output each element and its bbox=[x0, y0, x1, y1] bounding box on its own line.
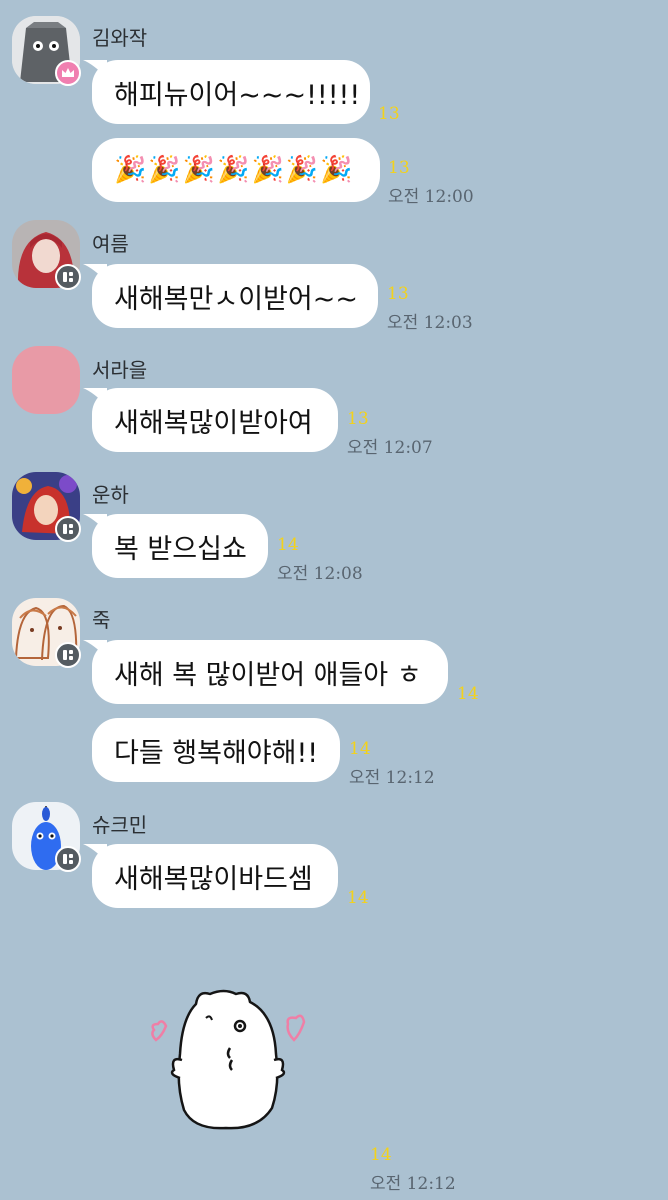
timestamp: 오전 12:12 bbox=[349, 768, 435, 788]
unread-count: 13 bbox=[388, 158, 410, 178]
unread-count: 13 bbox=[347, 409, 369, 429]
unread-count: 14 bbox=[457, 684, 479, 704]
message-text: 새해 복 많이받어 애들아 ㅎ bbox=[114, 659, 422, 691]
hamster-sticker[interactable] bbox=[140, 984, 320, 1134]
message-text: 다들 행복해야해!! bbox=[114, 737, 319, 769]
unread-count: 14 bbox=[370, 1145, 392, 1165]
timestamp: 오전 12:07 bbox=[347, 438, 433, 458]
message-bubble[interactable]: 새해복많이바드셈 bbox=[83, 844, 338, 908]
bubble-tail bbox=[83, 388, 107, 406]
message-text: 새해복만ㅅ이받어~~ bbox=[114, 283, 358, 315]
message-text: 새해복많이받아여 bbox=[114, 407, 313, 439]
bubble-tail bbox=[83, 60, 107, 78]
message-text: 새해복많이바드셈 bbox=[114, 863, 313, 895]
bubble-tail bbox=[83, 640, 107, 658]
sender-name: 죽 bbox=[92, 608, 111, 632]
timestamp: 오전 12:12 bbox=[370, 1174, 456, 1194]
message-bubble[interactable]: 복 받으십쇼 bbox=[83, 514, 268, 578]
unread-count: 14 bbox=[277, 535, 299, 555]
message-text: 복 받으십쇼 bbox=[114, 533, 247, 565]
bubble-tail bbox=[83, 264, 107, 282]
app-badge-icon bbox=[55, 516, 81, 542]
message-bubble[interactable]: 해피뉴이어~~~!!!!! bbox=[83, 60, 370, 124]
sender-name: 여름 bbox=[92, 232, 129, 256]
unread-count: 13 bbox=[387, 284, 409, 304]
timestamp: 오전 12:03 bbox=[387, 313, 473, 333]
message-bubble[interactable]: 새해복많이받아여 bbox=[83, 388, 338, 452]
unread-count: 14 bbox=[349, 739, 371, 759]
timestamp: 오전 12:00 bbox=[388, 187, 474, 207]
message-text: 해피뉴이어~~~!!!!! bbox=[114, 79, 361, 111]
unread-count: 13 bbox=[378, 104, 400, 124]
sender-name: 김와작 bbox=[92, 26, 148, 50]
bubble-tail bbox=[83, 844, 107, 862]
app-badge-icon bbox=[55, 264, 81, 290]
unread-count: 14 bbox=[347, 888, 369, 908]
sender-name: 슈크민 bbox=[92, 813, 148, 837]
app-badge-icon bbox=[55, 846, 81, 872]
app-badge-icon bbox=[55, 642, 81, 668]
party-popper-icon: 🎉🎉🎉🎉🎉🎉🎉 bbox=[114, 155, 355, 185]
timestamp: 오전 12:08 bbox=[277, 564, 363, 584]
sender-name: 운하 bbox=[92, 483, 129, 507]
message-bubble[interactable]: 🎉🎉🎉🎉🎉🎉🎉 bbox=[92, 138, 380, 202]
message-bubble[interactable]: 새해 복 많이받어 애들아 ㅎ bbox=[83, 640, 448, 704]
message-bubble[interactable]: 새해복만ㅅ이받어~~ bbox=[83, 264, 378, 328]
message-bubble[interactable]: 다들 행복해야해!! bbox=[92, 718, 340, 782]
crown-icon bbox=[55, 60, 81, 86]
avatar[interactable] bbox=[12, 346, 80, 414]
sender-name: 서라을 bbox=[92, 358, 148, 382]
bubble-tail bbox=[83, 514, 107, 532]
